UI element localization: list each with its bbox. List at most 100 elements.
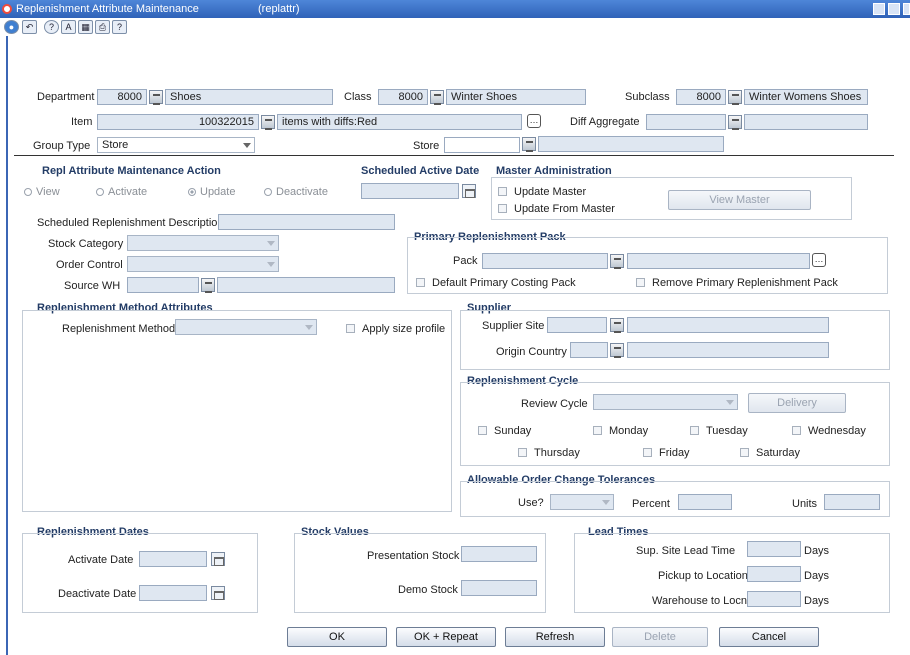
radio-view[interactable]: View — [24, 186, 60, 198]
cancel-button[interactable]: Cancel — [719, 627, 819, 647]
activate-calendar-icon[interactable] — [211, 552, 225, 566]
chevron-down-icon — [243, 143, 251, 148]
order-control-label: Order Control — [56, 259, 123, 271]
order-control-select[interactable] — [127, 256, 279, 272]
update-master-checkbox[interactable]: Update Master — [498, 186, 586, 198]
globe-icon[interactable]: ● — [4, 20, 19, 34]
close-icon[interactable] — [903, 3, 910, 15]
left-border — [6, 36, 8, 655]
diff-aggregate-label: Diff Aggregate — [570, 116, 640, 128]
supplier-site-label: Supplier Site — [482, 320, 545, 332]
toolbar: ● ↶ ? A ▦ ⎙ ? — [0, 18, 910, 36]
activate-date-label: Activate Date — [68, 554, 134, 566]
apply-size-profile-checkbox[interactable]: Apply size profile — [346, 323, 445, 335]
scheduled-active-date-field[interactable] — [361, 183, 459, 199]
repl-method-label: Replenishment Method — [62, 323, 176, 335]
warehouse-to-locn-label: Warehouse to Locn — [652, 595, 747, 607]
supplier-site-code-field[interactable] — [547, 317, 607, 333]
calendar-icon[interactable] — [462, 184, 476, 198]
warehouse-to-locn-field[interactable] — [747, 591, 801, 607]
review-cycle-label: Review Cycle — [521, 398, 588, 410]
monday-checkbox[interactable]: Monday — [593, 425, 648, 437]
diff-aggregate-lov-icon[interactable] — [728, 115, 742, 130]
scheduled-desc-field[interactable] — [218, 214, 395, 230]
radio-activate[interactable]: Activate — [96, 186, 147, 198]
ok-button[interactable]: OK — [287, 627, 387, 647]
ok-repeat-button[interactable]: OK + Repeat — [396, 627, 496, 647]
friday-checkbox[interactable]: Friday — [643, 447, 690, 459]
review-cycle-select[interactable] — [593, 394, 738, 410]
item-code-field[interactable]: 100322015 — [97, 114, 259, 130]
sup-site-lead-time-field[interactable] — [747, 541, 801, 557]
wednesday-checkbox[interactable]: Wednesday — [792, 425, 866, 437]
spellcheck-icon[interactable]: A — [61, 20, 76, 34]
tolerance-units-field[interactable] — [824, 494, 880, 510]
pack-label: Pack — [453, 255, 478, 267]
radio-deactivate[interactable]: Deactivate — [264, 186, 328, 198]
pack-lov-icon[interactable] — [610, 254, 624, 269]
group-type-label: Group Type — [33, 140, 91, 152]
activate-date-field[interactable] — [139, 551, 207, 567]
tolerance-use-select[interactable] — [550, 494, 614, 510]
source-wh-lov-icon[interactable] — [201, 278, 215, 293]
source-wh-code-field[interactable] — [127, 277, 199, 293]
update-from-master-checkbox[interactable]: Update From Master — [498, 203, 615, 215]
default-costing-pack-checkbox[interactable]: Default Primary Costing Pack — [416, 277, 576, 289]
tolerance-percent-field[interactable] — [678, 494, 732, 510]
stock-category-select[interactable] — [127, 235, 279, 251]
delivery-button[interactable]: Delivery — [748, 393, 846, 413]
print-icon[interactable]: ⎙ — [95, 20, 110, 34]
view-master-button[interactable]: View Master — [668, 190, 811, 210]
saturday-checkbox[interactable]: Saturday — [740, 447, 800, 459]
supplier-site-lov-icon[interactable] — [610, 318, 624, 333]
refresh-button[interactable]: Refresh — [505, 627, 605, 647]
delete-button[interactable]: Delete — [612, 627, 708, 647]
department-label: Department — [37, 91, 95, 103]
chevron-down-icon — [267, 241, 275, 246]
diff-aggregate-code-field[interactable] — [646, 114, 726, 130]
help-icon[interactable]: ? — [44, 20, 59, 34]
origin-country-lov-icon[interactable] — [610, 343, 624, 358]
maximize-icon[interactable] — [888, 3, 900, 15]
pack-desc-field — [627, 253, 810, 269]
stock-category-label: Stock Category — [48, 238, 124, 250]
minimize-icon[interactable] — [873, 3, 885, 15]
pickup-to-location-field[interactable] — [747, 566, 801, 582]
class-code-field[interactable]: 8000 — [378, 89, 428, 105]
deactivate-calendar-icon[interactable] — [211, 586, 225, 600]
item-desc-editor-icon[interactable]: … — [527, 114, 541, 128]
pack-desc-editor-icon[interactable]: … — [812, 253, 826, 267]
subclass-code-field[interactable]: 8000 — [676, 89, 726, 105]
origin-country-code-field[interactable] — [570, 342, 608, 358]
department-lov-icon[interactable] — [149, 90, 163, 105]
back-arrow-icon[interactable]: ↶ — [22, 20, 37, 34]
deactivate-date-field[interactable] — [139, 585, 207, 601]
tolerance-percent-label: Percent — [632, 498, 670, 510]
remove-primary-pack-checkbox[interactable]: Remove Primary Replenishment Pack — [636, 277, 838, 289]
sunday-checkbox[interactable]: Sunday — [478, 425, 531, 437]
action-section-title: Repl Attribute Maintenance Action — [42, 165, 221, 177]
store-code-field[interactable] — [444, 137, 520, 153]
department-code-field[interactable]: 8000 — [97, 89, 147, 105]
group-type-select[interactable]: Store — [97, 137, 255, 153]
radio-update[interactable]: Update — [188, 186, 235, 198]
header-divider — [14, 155, 894, 156]
class-lov-icon[interactable] — [430, 90, 444, 105]
calculator-icon[interactable]: ▦ — [78, 20, 93, 34]
repl-method-select[interactable] — [175, 319, 317, 335]
demo-stock-field[interactable] — [461, 580, 537, 596]
pickup-days-label: Days — [804, 570, 830, 582]
repl-method-box — [22, 310, 452, 512]
item-label: Item — [71, 116, 93, 128]
department-name-field: Shoes — [165, 89, 333, 105]
pack-code-field[interactable] — [482, 253, 608, 269]
presentation-stock-field[interactable] — [461, 546, 537, 562]
thursday-checkbox[interactable]: Thursday — [518, 447, 580, 459]
subclass-lov-icon[interactable] — [728, 90, 742, 105]
tolerance-use-label: Use? — [518, 497, 544, 509]
store-label: Store — [413, 140, 440, 152]
question-icon[interactable]: ? — [112, 20, 127, 34]
tuesday-checkbox[interactable]: Tuesday — [690, 425, 748, 437]
store-lov-icon[interactable] — [522, 137, 536, 152]
item-lov-icon[interactable] — [261, 115, 275, 130]
